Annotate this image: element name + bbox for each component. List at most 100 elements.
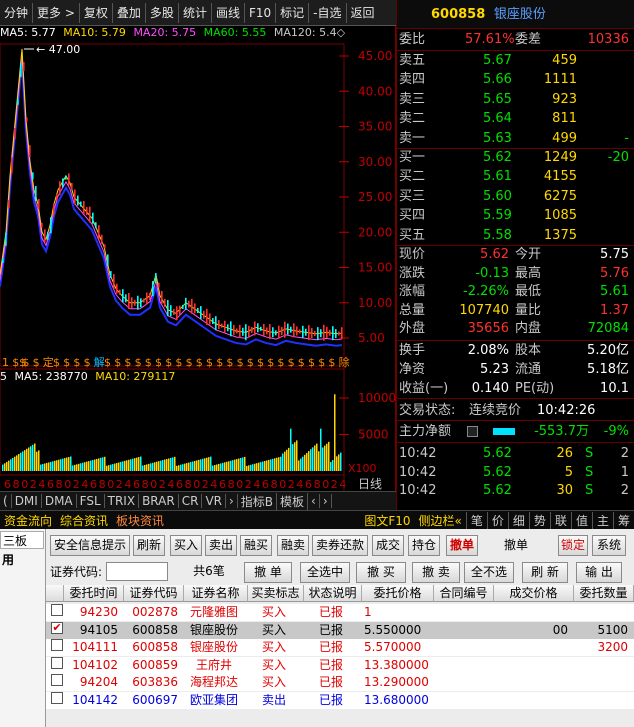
column-header[interactable]: 委托时间 (64, 585, 124, 602)
indicator-tab-4[interactable]: TRIX (105, 494, 140, 508)
order-button-5[interactable]: 全不选 (464, 562, 514, 583)
indicator-tab-11[interactable]: ‹ (308, 494, 320, 508)
info-tab-right-6[interactable]: 联 (549, 511, 571, 529)
kline-chart-area[interactable]: 45.00 40.00 35.00 30.00 25.00 20.00 15.00 10.00… (0, 26, 396, 500)
trade-button-1[interactable]: 刷新 (133, 535, 165, 556)
indicator-tab-7[interactable]: VR (202, 494, 226, 508)
indicator-tab-1[interactable]: DMI (12, 494, 42, 508)
row-checkbox[interactable] (51, 656, 63, 669)
toolbar-item-4[interactable]: 多股 (146, 2, 179, 23)
toolbar-item-3[interactable]: 叠加 (113, 2, 146, 23)
bid-price: 5.62 (483, 150, 512, 165)
volume-bar (258, 462, 260, 471)
info-tab-right-0[interactable]: 图文F10 (360, 512, 414, 529)
column-header[interactable]: 委托数量 (574, 585, 634, 602)
row-checkbox[interactable]: ✔ (51, 621, 63, 634)
info-tab-right-9[interactable]: 筹 (612, 511, 634, 529)
trade-button-9[interactable]: 撤单 (446, 535, 478, 556)
trade-button-3[interactable]: 卖出 (205, 535, 237, 556)
row-checkbox[interactable] (51, 639, 63, 651)
info-tab-right-1[interactable]: 侧边栏« (415, 512, 466, 529)
table-row[interactable]: 94204 603836 海程邦达 买入 已报 13.290000 (46, 674, 634, 691)
candle (251, 326, 253, 333)
candle (173, 309, 175, 316)
nav-item-sanban[interactable]: 三板 (0, 531, 44, 549)
column-header[interactable]: 合同编号 (434, 585, 494, 602)
trade-button-12[interactable]: 系统 (592, 535, 626, 556)
toolbar-item-5[interactable]: 统计 (179, 2, 212, 23)
x-axis-tick: 0 (107, 478, 114, 491)
row-checkbox[interactable] (51, 604, 63, 616)
order-button-3[interactable]: 撤 买 (356, 562, 406, 583)
row-checkbox[interactable] (51, 674, 63, 686)
column-header[interactable]: 买卖标志 (248, 585, 304, 602)
row-checkbox[interactable] (51, 691, 63, 704)
info-tab-right-7[interactable]: 值 (570, 511, 592, 529)
weibi-row: 委比 57.61% 委差 10336 (397, 30, 634, 49)
table-row[interactable]: 94230 002878 元隆雅图 买入 已报 1 (46, 604, 634, 621)
indicator-tab-8[interactable]: › (226, 494, 238, 508)
column-header[interactable]: 委托价格 (362, 585, 434, 602)
toolbar-item-6[interactable]: 画线 (212, 2, 245, 23)
trade-button-10[interactable]: 撤单 (500, 535, 532, 556)
order-button-1[interactable]: 撤 单 (244, 562, 292, 583)
indicator-tab-2[interactable]: DMA (42, 494, 77, 508)
trade-button-7[interactable]: 成交 (372, 535, 404, 556)
table-row[interactable]: 104142 600697 欧亚集团 卖出 已报 13.680000 (46, 691, 634, 709)
toolbar-item-8[interactable]: 标记 (276, 2, 310, 23)
indicator-tab-9[interactable]: 指标B (238, 492, 278, 510)
indicator-tab-12[interactable]: › (320, 494, 332, 508)
info-tab-left-0[interactable]: 资金流向 (0, 512, 56, 529)
indicator-tab-5[interactable]: BRAR (139, 494, 179, 508)
toolbar-item-7[interactable]: F10 (245, 2, 277, 23)
column-header[interactable]: 状态说明 (304, 585, 362, 602)
table-row[interactable]: 104102 600859 王府井 买入 已报 13.380000 (46, 656, 634, 674)
candle (119, 289, 121, 295)
toolbar-item-2[interactable]: 复权 (80, 2, 113, 23)
trade-button-5[interactable]: 融卖 (277, 535, 309, 556)
kline-chart-svg[interactable]: 45.0040.0035.0030.0025.0020.0015.0010.00… (0, 26, 396, 500)
info-tab-left-2[interactable]: 板块资讯 (112, 512, 168, 529)
toolbar-item-10[interactable]: 返回 (347, 3, 379, 23)
cell-code: 002878 (132, 605, 178, 619)
indicator-tab-10[interactable]: 模板 (277, 492, 309, 510)
column-header[interactable]: 证券名称 (184, 585, 248, 602)
info-tab-right-5[interactable]: 势 (528, 511, 550, 529)
volume-bar (230, 460, 232, 471)
toolbar-item-0[interactable]: 分钟 (0, 2, 34, 23)
volume-bar (56, 460, 58, 471)
order-button-2[interactable]: 全选中 (300, 562, 350, 583)
ask-row: 卖一 5.63 499 - (397, 129, 634, 148)
candle (98, 225, 100, 240)
table-row[interactable]: 104111 600858 银座股份 买入 已报 5.570000 3200 (46, 639, 634, 656)
trade-button-6[interactable]: 卖券还款 (312, 535, 368, 556)
list-icon[interactable] (467, 426, 478, 437)
candle (209, 313, 211, 325)
trade-button-0[interactable]: 安全信息提示 (50, 535, 130, 556)
indicator-tab-3[interactable]: FSL (77, 494, 105, 508)
order-button-6[interactable]: 刷 新 (522, 562, 568, 583)
info-tab-right-3[interactable]: 价 (486, 511, 508, 529)
trade-button-8[interactable]: 持仓 (408, 535, 440, 556)
trade-button-11[interactable]: 锁定 (558, 535, 588, 556)
trade-button-4[interactable]: 融买 (240, 535, 272, 556)
column-header[interactable]: 成交价格 (494, 585, 574, 602)
info-tab-right-8[interactable]: 主 (591, 511, 613, 529)
order-button-7[interactable]: 输 出 (576, 562, 622, 583)
indicator-tab-6[interactable]: CR (179, 494, 203, 508)
trade-left-nav: 三板 用 (0, 529, 46, 727)
indicator-tab-0[interactable]: ( (0, 494, 12, 508)
info-tab-right-2[interactable]: 笔 (465, 511, 487, 529)
info-tab-right-4[interactable]: 细 (507, 511, 529, 529)
trade-status-row: 交易状态: 连续竞价 10:42:26 (397, 401, 634, 420)
order-button-4[interactable]: 撤 卖 (412, 562, 460, 583)
toolbar-item-1[interactable]: 更多 > (33, 2, 80, 23)
x-axis-tick: 8 (185, 478, 192, 491)
trade-button-2[interactable]: 买入 (170, 535, 202, 556)
table-row[interactable]: ✔ 94105 600858 银座股份 买入 已报 5.550000 00 5100 (46, 621, 634, 639)
info-tab-left-1[interactable]: 综合资讯 (56, 512, 112, 529)
toolbar-item-9[interactable]: -自选 (309, 2, 347, 23)
code-input[interactable] (106, 562, 168, 581)
nav-item-yong[interactable]: 用 (0, 551, 44, 569)
column-header[interactable]: 证券代码 (124, 585, 184, 602)
